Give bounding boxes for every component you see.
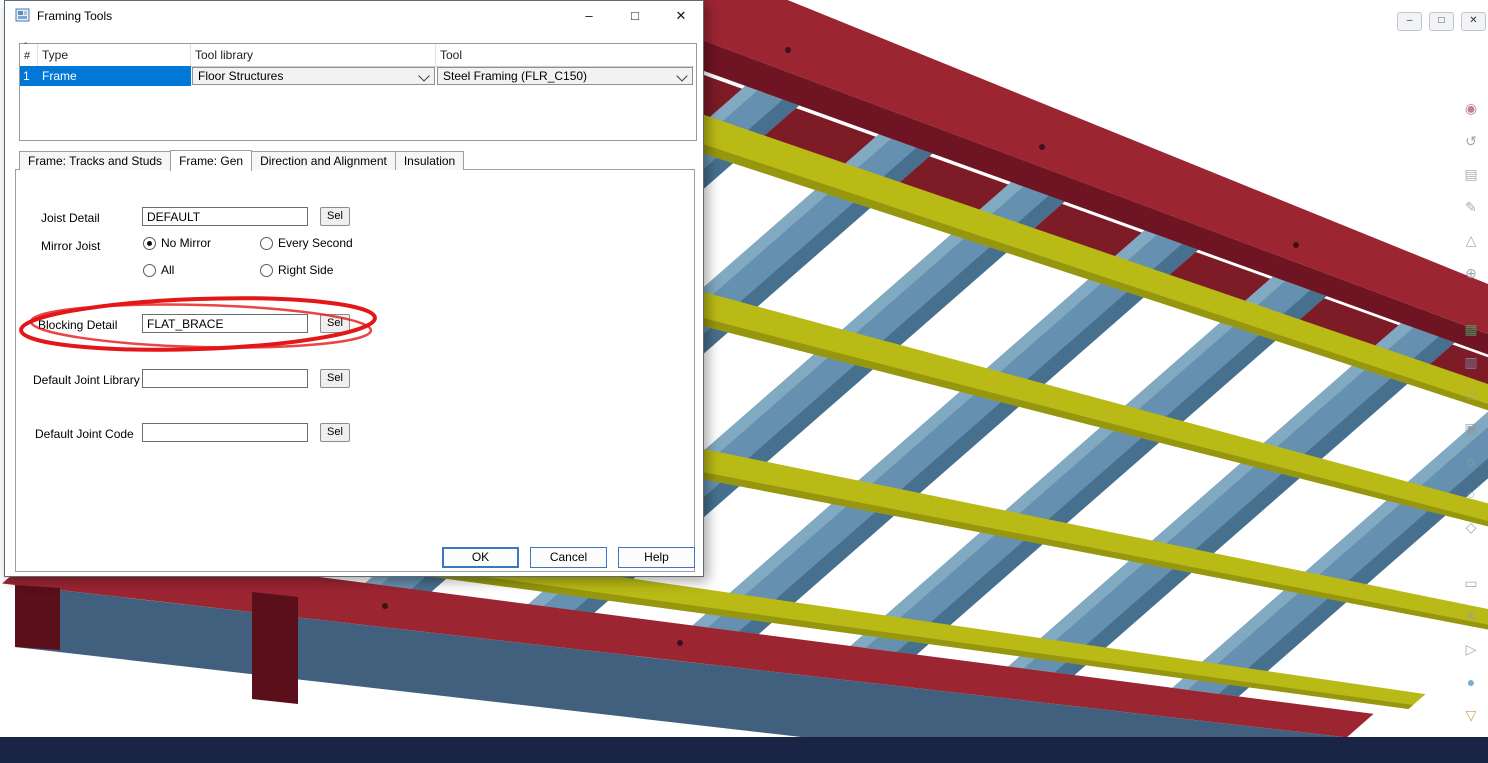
radio-circle [260,237,273,250]
joist-detail-label: Joist Detail [41,211,100,225]
column-header-tool[interactable]: Tool [436,44,694,66]
column-header-label: # [24,50,30,62]
framing-tools-icon [15,8,31,24]
framing-tools-dialog: Framing Tools – □ ✕ ˆ # Type Tool librar… [4,0,704,577]
tool-icon[interactable]: △ [1459,228,1483,252]
column-header-number[interactable]: ˆ # [20,44,38,66]
radio-circle [143,237,156,250]
radio-label: Every Second [278,236,353,250]
tool-icon[interactable]: □ [1459,383,1483,407]
dialog-title: Framing Tools [37,9,112,23]
tool-dropdown[interactable]: Steel Framing (FLR_C150) [437,67,693,85]
blocking-detail-input[interactable] [142,314,308,333]
tab-bar: Frame: Tracks and Studs Frame: Gen Direc… [19,150,463,171]
tool-icon[interactable]: ▦ [1459,317,1483,341]
radio-label: No Mirror [161,236,211,250]
tool-library-dropdown[interactable]: Floor Structures [192,67,435,85]
tool-icon[interactable]: ⊕ [1459,261,1483,285]
chevron-down-icon [676,70,687,81]
tool-value: Steel Framing (FLR_C150) [443,69,587,83]
ok-button[interactable]: OK [442,547,519,568]
tool-icon[interactable]: ◉ [1459,96,1483,120]
chevron-down-icon [418,70,429,81]
app-restore-button[interactable]: □ [1429,12,1454,31]
default-joint-code-sel-button[interactable]: Sel [320,423,350,442]
tool-icon[interactable]: ⌂ [1459,449,1483,473]
column-header-type[interactable]: Type [38,44,191,66]
app-close-button[interactable]: ✕ [1461,12,1486,31]
row-number-cell[interactable]: 1 [20,66,38,86]
bolt [677,640,683,646]
dialog-minimize-button[interactable]: – [567,1,611,31]
radio-every-second[interactable]: Every Second [260,236,353,250]
default-joint-library-label: Default Joint Library [33,373,140,387]
radio-label: Right Side [278,263,333,277]
dialog-maximize-button[interactable]: □ [613,1,657,31]
bolt [1293,242,1299,248]
column-header-tool-library[interactable]: Tool library [191,44,436,66]
dialog-titlebar[interactable]: Framing Tools – □ ✕ [5,1,703,31]
tool-icon[interactable]: ▷ [1459,637,1483,661]
radio-no-mirror[interactable]: No Mirror [143,236,211,250]
radio-label: All [161,263,174,277]
bolt [785,47,791,53]
dialog-close-button[interactable]: ✕ [659,1,703,31]
tool-icon[interactable]: ○ [1459,482,1483,506]
tool-icon[interactable]: ▽ [1459,703,1483,727]
tab-frame-gen[interactable]: Frame: Gen [170,150,252,171]
tool-icon[interactable]: ◇ [1459,515,1483,539]
tab-content-panel [15,169,695,572]
corner-block [252,592,298,704]
tool-icon[interactable]: ▤ [1459,162,1483,186]
cancel-button[interactable]: Cancel [530,547,607,568]
tab-direction-and-alignment[interactable]: Direction and Alignment [251,151,396,170]
radio-all[interactable]: All [143,263,174,277]
tools-table: ˆ # Type Tool library Tool 1 Frame Floor… [19,43,697,141]
blocking-detail-label: Blocking Detail [38,318,117,332]
tool-icon[interactable]: ✕ [1459,604,1483,628]
tool-icon[interactable]: ↺ [1459,129,1483,153]
default-joint-code-input[interactable] [142,423,308,442]
app-minimize-button[interactable]: – [1397,12,1422,31]
rim-end-cap [15,585,60,650]
joist-detail-input[interactable] [142,207,308,226]
help-button[interactable]: Help [618,547,695,568]
bolt [382,603,388,609]
mirror-joist-label: Mirror Joist [41,239,100,253]
tool-icon[interactable]: ▥ [1459,350,1483,374]
radio-circle [143,264,156,277]
tab-insulation[interactable]: Insulation [395,151,464,170]
tool-icon[interactable]: ✎ [1459,195,1483,219]
taskbar [0,737,1488,763]
tool-icon[interactable]: ● [1459,670,1483,694]
blocking-detail-sel-button[interactable]: Sel [320,314,350,333]
screen: – □ ✕ ◉ ↺ ▤ ✎ △ ⊕ ▦ ▥ □ ▣ ⌂ ○ ◇ ▭ ✕ ▷ ● … [0,0,1488,763]
tool-library-value: Floor Structures [198,69,283,83]
table-row[interactable]: 1 Frame Floor Structures Steel Framing (… [20,66,694,86]
tab-frame-tracks-and-studs[interactable]: Frame: Tracks and Studs [19,151,171,170]
row-type-cell[interactable]: Frame [38,66,191,86]
default-joint-library-input[interactable] [142,369,308,388]
tool-icon[interactable]: ▭ [1459,571,1483,595]
default-joint-code-label: Default Joint Code [35,427,134,441]
bolt [1039,144,1045,150]
tool-icon[interactable]: ▣ [1459,416,1483,440]
radio-circle [260,264,273,277]
joist-detail-sel-button[interactable]: Sel [320,207,350,226]
radio-right-side[interactable]: Right Side [260,263,333,277]
default-joint-library-sel-button[interactable]: Sel [320,369,350,388]
table-header: ˆ # Type Tool library Tool [20,44,694,67]
